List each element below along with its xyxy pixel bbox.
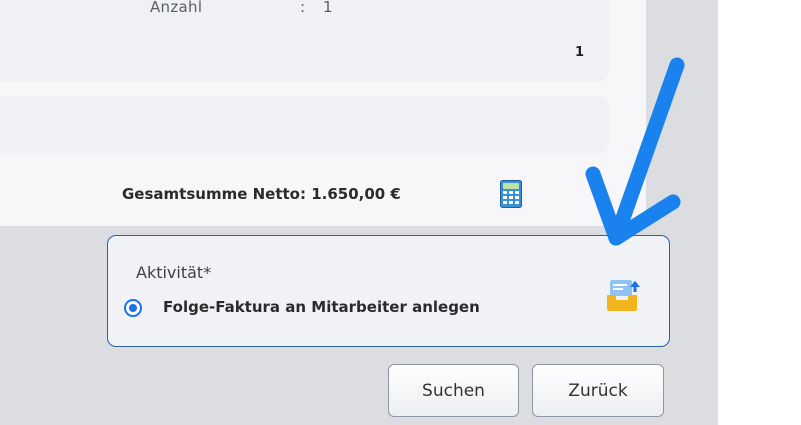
row-number: 1 — [575, 45, 585, 60]
net-total-label: Gesamtsumme Netto: 1.650,00 € — [122, 185, 401, 203]
empty-card — [0, 96, 609, 153]
calculator-icon[interactable] — [500, 180, 522, 208]
activity-title: Aktivität* — [136, 263, 212, 282]
quantity-separator: : — [300, 0, 306, 16]
activity-option-label[interactable]: Folge-Faktura an Mitarbeiter anlegen — [163, 298, 480, 316]
invoice-summary-area: Anzahl : 1 1 Gesamtsumme Netto: 1.650,00… — [0, 0, 646, 226]
back-button[interactable]: Zurück — [532, 364, 664, 417]
search-button[interactable]: Suchen — [388, 364, 519, 417]
quantity-value: 1 — [323, 0, 333, 16]
screen: Anzahl : 1 1 Gesamtsumme Netto: 1.650,00… — [0, 0, 801, 425]
inbox-upload-icon[interactable] — [604, 278, 642, 314]
activity-option-radio[interactable] — [124, 299, 142, 317]
activity-section: Aktivität* Folge-Faktura an Mitarbeiter … — [107, 235, 670, 347]
quantity-label: Anzahl — [150, 0, 203, 16]
